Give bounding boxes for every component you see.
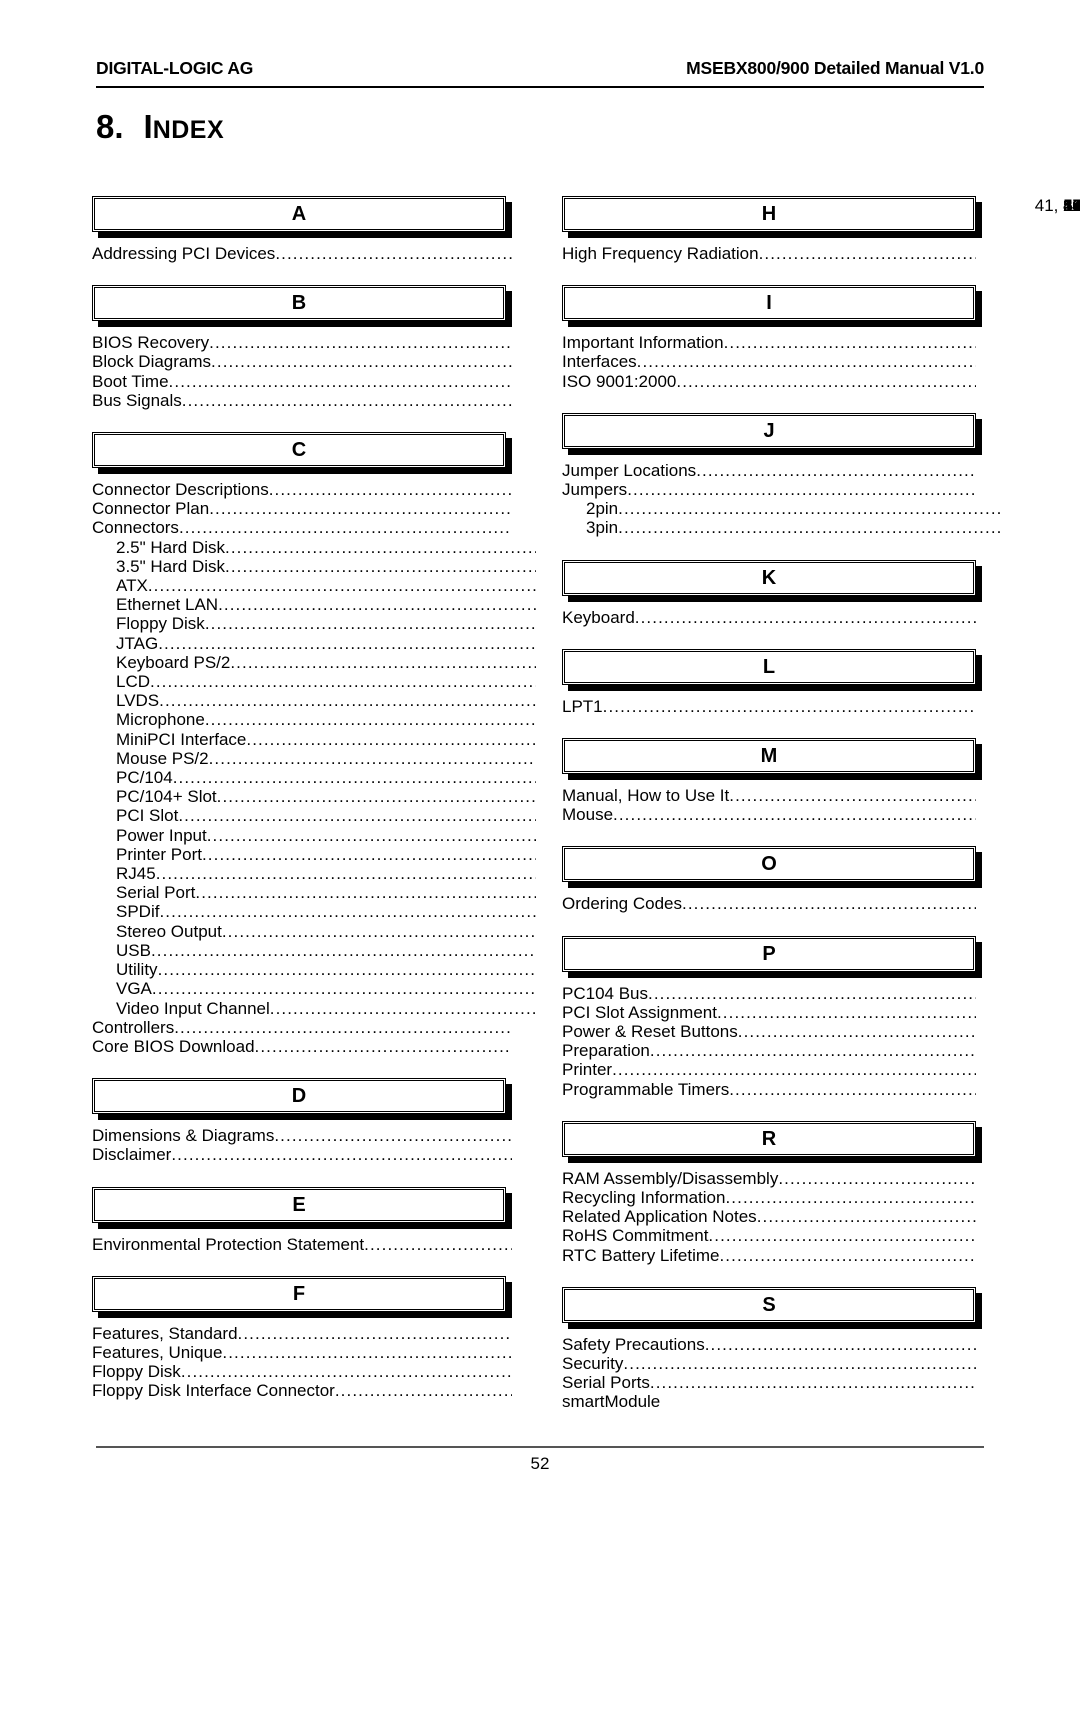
header-company: DIGITAL-LOGIC AG [96, 58, 254, 78]
index-column-right: HHigh Frequency Radiation22IImportant In… [562, 196, 1080, 1434]
chapter-name: INDEX [144, 108, 225, 145]
page-title: 8. INDEX [96, 108, 224, 146]
footer-page-number: 52 [530, 1454, 550, 1473]
chapter-name-initial: I [143, 108, 153, 145]
index-entry[interactable]: Serial Ports33 [562, 196, 1080, 1392]
index-section-s: SSafety Precautions9Security17Serial Por… [562, 196, 1080, 1412]
chapter-number: 8. [96, 108, 124, 145]
header-divider [96, 86, 984, 88]
footer-divider [96, 1446, 984, 1448]
running-header: DIGITAL-LOGIC AG MSEBX800/900 Detailed M… [96, 58, 984, 79]
chapter-name-rest: NDEX [152, 116, 225, 144]
index-columns: AAddressing PCI Devices31BBIOS Recovery3… [0, 196, 1080, 1434]
section-entry-list: Safety Precautions9Security17Serial Port… [562, 196, 1080, 1412]
index-entry-page-number: 33 [1063, 196, 1080, 215]
header-manual-title: MSEBX800/900 Detailed Manual V1.0 [686, 58, 984, 78]
index-page: DIGITAL-LOGIC AG MSEBX800/900 Detailed M… [0, 0, 1080, 1528]
